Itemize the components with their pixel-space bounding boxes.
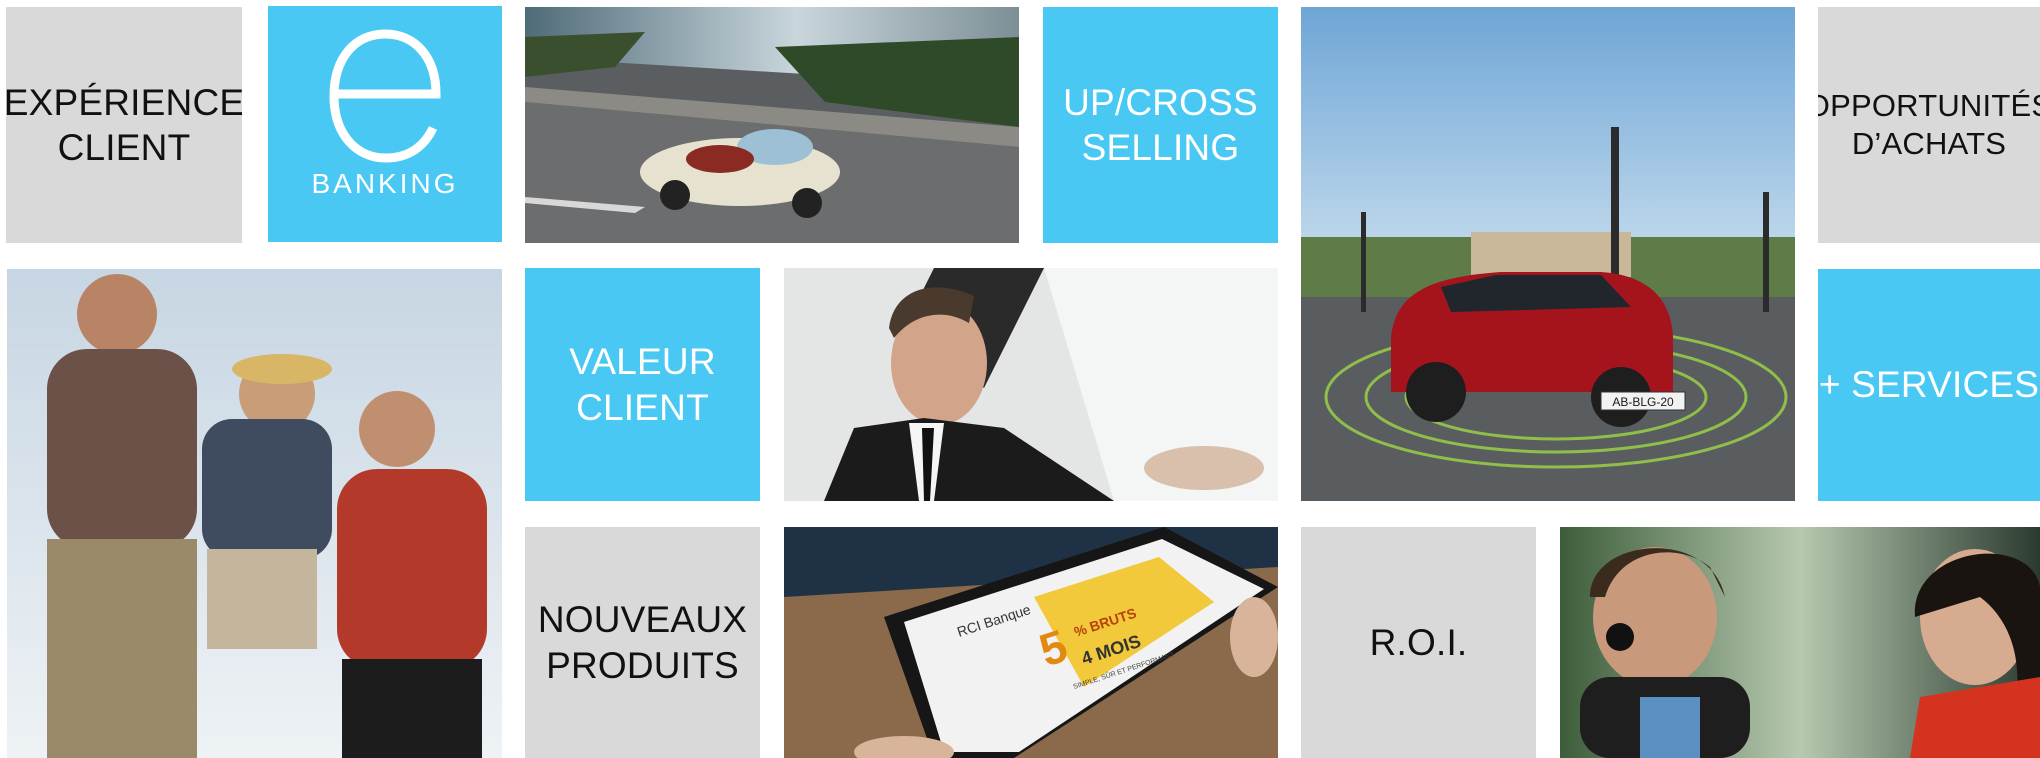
valeur-client-label: VALEUR CLIENT [569, 341, 716, 428]
roi-label: R.O.I. [1369, 621, 1468, 663]
convertible-car-image [525, 7, 1019, 243]
family-image [7, 269, 502, 758]
driver-image [784, 268, 1278, 501]
valeur-client-tile[interactable]: VALEUR CLIENT [525, 268, 760, 501]
tablet-image: RCI Banque 5 % BRUTS 4 MOIS SIMPLE, SÛR … [784, 527, 1278, 758]
plus-services-label: + SERVICES [1818, 364, 2040, 406]
family-photo [7, 269, 502, 758]
tablet-photo: RCI Banque 5 % BRUTS 4 MOIS SIMPLE, SÛR … [784, 527, 1278, 758]
ebanking-tile[interactable]: BANKING [268, 6, 502, 242]
opportunites-achats-label: OPPORTUNITÉS D’ACHATS [1818, 88, 2040, 161]
ebanking-e-logo-icon [329, 29, 441, 163]
svg-text:AB-BLG-20: AB-BLG-20 [1612, 395, 1674, 409]
roi-tile[interactable]: R.O.I. [1301, 527, 1536, 758]
ebanking-word: BANKING [311, 168, 459, 199]
nouveaux-produits-tile[interactable]: NOUVEAUX PRODUITS [525, 527, 760, 758]
convertible-car-photo [525, 7, 1019, 243]
up-cross-selling-tile[interactable]: UP/CROSS SELLING [1043, 7, 1278, 243]
nouveaux-produits-label: NOUVEAUX PRODUITS [537, 599, 748, 686]
experience-client-tile[interactable]: EXPÉRIENCE CLIENT [6, 7, 242, 243]
couple-photo [1560, 527, 2040, 758]
red-car-image: AB-BLG-20 [1301, 7, 1795, 501]
driver-photo [784, 268, 1278, 501]
plus-services-tile[interactable]: + SERVICES [1818, 269, 2040, 501]
couple-image [1560, 527, 2040, 758]
experience-client-label: EXPÉRIENCE CLIENT [6, 81, 242, 168]
opportunites-achats-tile[interactable]: OPPORTUNITÉS D’ACHATS [1818, 7, 2040, 243]
up-cross-selling-label: UP/CROSS SELLING [1063, 81, 1258, 168]
red-car-photo: AB-BLG-20 [1301, 7, 1795, 501]
